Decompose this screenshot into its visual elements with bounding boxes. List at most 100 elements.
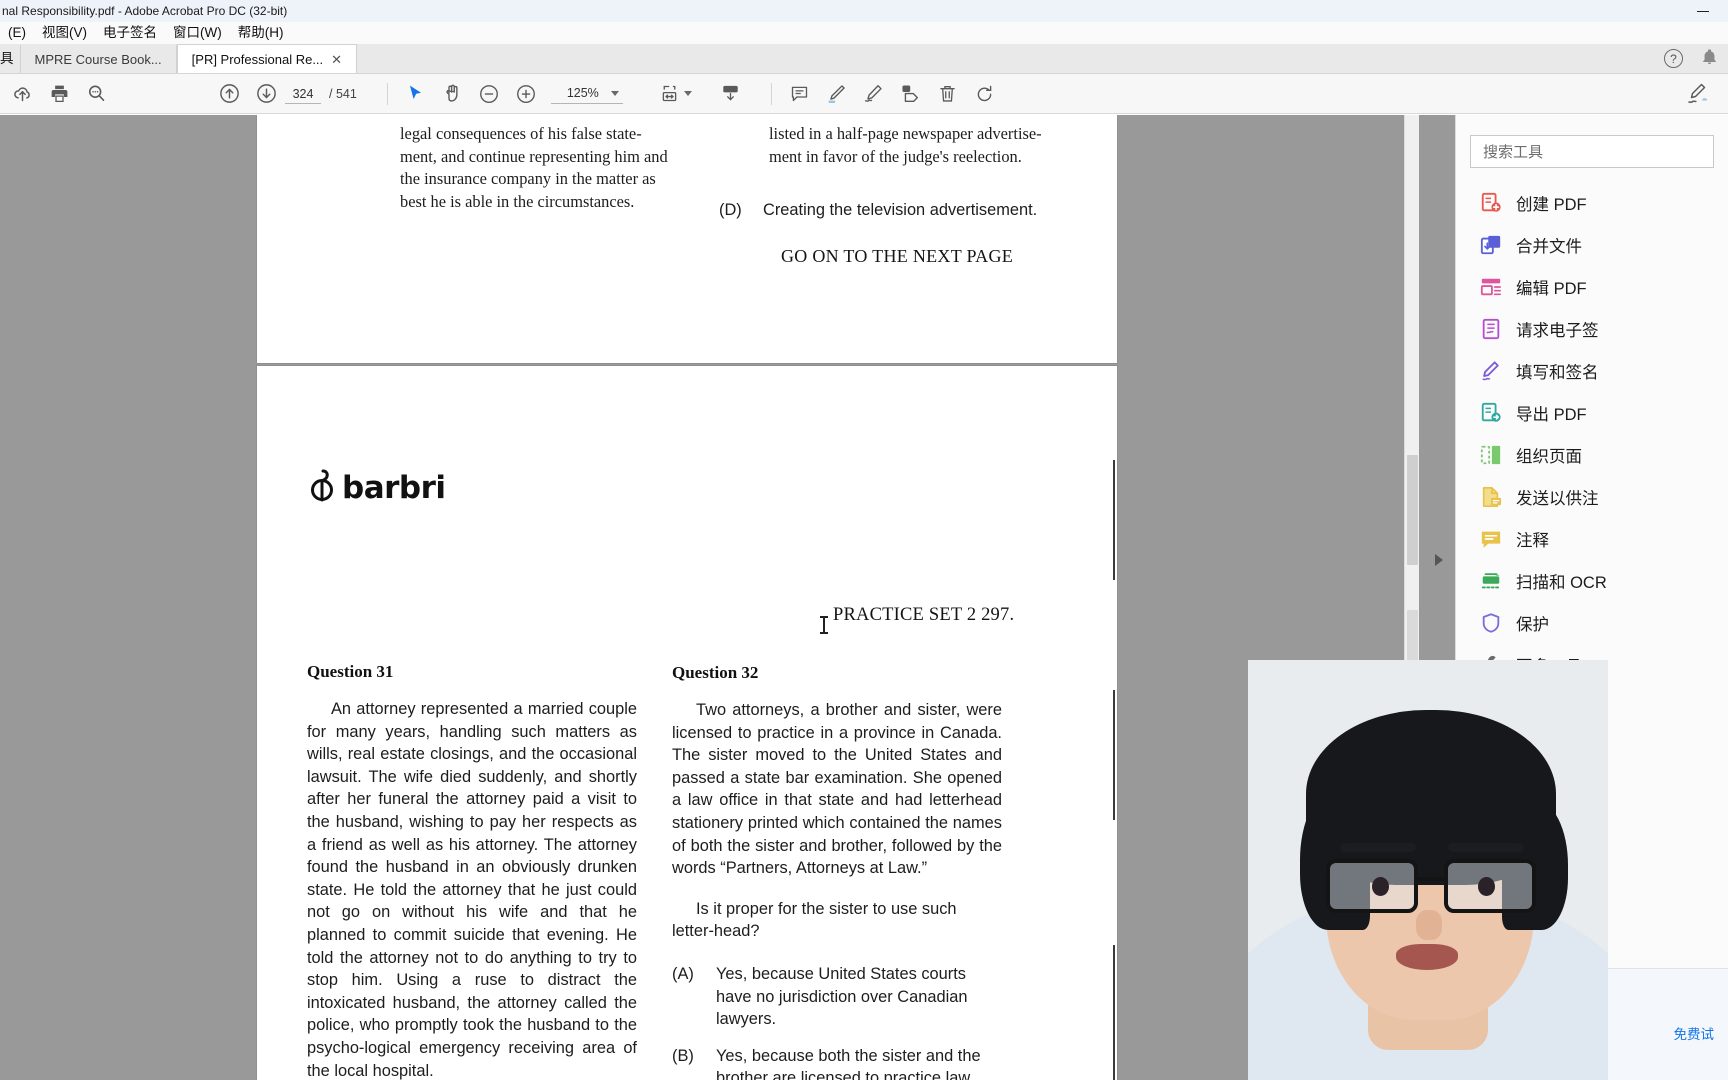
tool-item-label: 编辑 PDF [1516,280,1587,298]
option-text: Creating the television advertisement. [763,201,1038,219]
comment-icon[interactable] [781,76,818,112]
zoom-out-icon[interactable] [471,76,508,112]
option-text: Yes, because both the sister and the bro… [716,1046,981,1080]
practice-set-header: PRACTICE SET 2 297. [833,605,1015,625]
rotate-icon[interactable] [966,76,1003,112]
question-31-heading: Question 31 [307,662,394,681]
notifications-bell-icon[interactable] [1701,48,1718,69]
minimize-button[interactable] [1686,0,1720,22]
tool-item-scan-and-ocr[interactable]: 扫描和 OCR [1456,560,1728,602]
hand-tool-icon[interactable] [434,76,471,112]
protect-icon [1480,612,1502,634]
search-tools-input[interactable]: 搜索工具 [1470,135,1714,168]
tool-item-organize-pages[interactable]: 组织页面 [1456,434,1728,476]
request-esign-icon [1480,318,1502,340]
scroll-mode-icon[interactable] [712,76,749,112]
title-bar: nal Responsibility.pdf - Adobe Acrobat P… [0,0,1728,22]
delete-page-icon[interactable] [929,76,966,112]
organize-pages-icon [1480,444,1502,466]
acrobat-window: nal Responsibility.pdf - Adobe Acrobat P… [0,0,1728,1080]
prev-page-right-column-fragment: listed in a half-page newspaper advertis… [769,124,1042,166]
webcam-pupil-right [1478,877,1495,896]
tool-item-request-esignature[interactable]: 请求电子签 [1456,308,1728,350]
option-text: Yes, because United States courts have n… [716,964,968,1029]
upload-to-cloud-icon[interactable] [4,76,41,112]
scan-ocr-icon [1480,570,1502,592]
tool-item-export-pdf[interactable]: 导出 PDF [1456,392,1728,434]
zoom-level-control[interactable]: 125% [550,84,623,104]
menu-item-help[interactable]: 帮助(H) [230,22,292,44]
question-32-heading: Question 32 [672,663,759,682]
tool-item-combine-files[interactable]: 合并文件 [1456,224,1728,266]
zoom-level-value: 125% [566,86,599,100]
webcam-pupil-left [1372,877,1389,896]
menu-item-esign[interactable]: 电子签名 [95,22,165,44]
zoom-in-icon[interactable] [508,76,545,112]
tab-label: MPRE Course Book... [34,51,162,67]
tab-bar: 具 MPRE Course Book... [PR] Professional … [0,44,1728,74]
draw-signature-icon[interactable] [855,76,892,112]
option-label: (D) [719,201,742,219]
tool-item-edit-pdf[interactable]: 编辑 PDF [1456,266,1728,308]
question-32-call: Is it proper for the sister to use such … [672,899,957,941]
barbri-mark-icon [311,469,333,502]
tool-item-label: 导出 PDF [1516,406,1587,424]
chevron-down-icon[interactable] [610,90,619,96]
next-page-icon[interactable] [248,76,285,112]
page-fit-icon[interactable] [657,76,694,112]
print-icon[interactable] [41,76,78,112]
option-b: (B) Yes, because both the sister and the… [672,1045,1002,1080]
fill-and-sign-icon [1480,360,1502,382]
sign-tool-icon[interactable] [1679,76,1716,112]
menu-item-view[interactable]: 视图(V) [34,22,95,44]
close-icon[interactable]: ✕ [331,53,342,66]
tool-item-label: 组织页面 [1516,448,1582,466]
prev-page-option-d: (D) Creating the television advertisemen… [719,199,1099,222]
page-edge-tick [1113,690,1115,820]
text-cursor-ibeam [820,616,828,634]
tool-item-fill-and-sign[interactable]: 填写和签名 [1456,350,1728,392]
search-icon[interactable] [78,76,115,112]
tools-list: 创建 PDF 合并文件 编辑 PDF 请求电子签 填写和签名 导出 PDF 组织… [1456,182,1728,686]
menu-item-edit[interactable]: (E) [0,22,34,44]
question-31-body: An attorney represented a married couple… [307,700,637,1080]
tools-tab-label[interactable]: 具 [0,47,20,73]
chevron-down-icon[interactable] [683,91,692,96]
combine-files-icon [1480,234,1502,256]
tool-item-label: 创建 PDF [1516,196,1587,214]
edit-pdf-icon [1480,276,1502,298]
tool-item-comment[interactable]: 注释 [1456,518,1728,560]
previous-page-icon[interactable] [211,76,248,112]
tab-professional-responsibility[interactable]: [PR] Professional Re... ✕ [176,44,358,73]
select-tool-icon[interactable] [397,76,434,112]
tool-item-label: 扫描和 OCR [1516,574,1607,592]
webcam-eyebrow-left [1340,843,1416,852]
tool-item-create-pdf[interactable]: 创建 PDF [1456,182,1728,224]
tool-item-send-for-comments[interactable]: 发送以供注 [1456,476,1728,518]
highlight-pen-icon[interactable] [818,76,855,112]
stamp-icon[interactable] [892,76,929,112]
create-pdf-icon [1480,192,1502,214]
pdf-viewport[interactable]: legal consequences of his false state- m… [0,115,1455,1080]
barbri-logo: barbri [310,469,446,507]
page-number-input[interactable]: 324 [285,84,321,104]
tool-item-protect[interactable]: 保护 [1456,602,1728,644]
barbri-wordmark: barbri [342,470,446,506]
glasses-lens-right [1444,859,1536,913]
glasses-bridge [1418,877,1444,881]
tab-mpre-course-book[interactable]: MPRE Course Book... [19,45,177,73]
help-icon[interactable]: ? [1664,49,1683,68]
webcam-mouth [1396,944,1458,970]
question-32-body: Two attorneys, a brother and sister, wer… [672,701,1002,878]
tool-item-label: 填写和签名 [1516,364,1599,382]
collapse-panel-icon[interactable] [1426,540,1452,580]
webcam-overlay [1248,660,1608,1080]
go-on-next-page-note: GO ON TO THE NEXT PAGE [780,246,1014,266]
tool-item-label: 合并文件 [1516,238,1582,256]
page-edge-tick [1113,460,1115,580]
menu-item-window[interactable]: 窗口(W) [165,22,230,44]
question-31-block: Question 31 An attorney represented a ma… [307,662,637,1080]
webcam-eyebrow-right [1448,843,1524,852]
comment-icon [1480,528,1502,550]
scrollbar-thumb[interactable] [1407,455,1418,565]
